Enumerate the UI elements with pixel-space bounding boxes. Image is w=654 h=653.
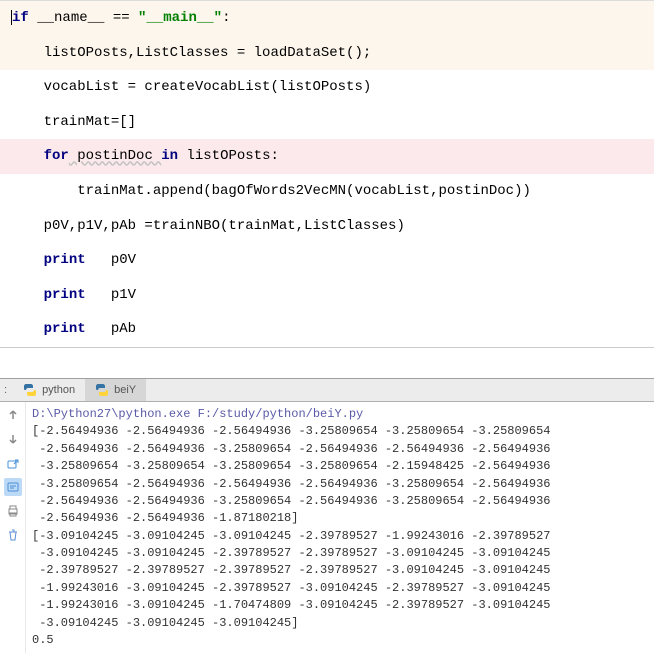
output-line: [-3.09104245 -3.09104245 -3.09104245 -2.… <box>32 528 648 545</box>
console-gutter <box>0 402 26 653</box>
export-button[interactable] <box>4 454 22 472</box>
output-command: D:\Python27\python.exe F:/study/python/b… <box>32 406 648 423</box>
clear-button[interactable] <box>4 526 22 544</box>
code-line: for postinDoc in listOPosts: <box>0 139 654 174</box>
tab-label: beiY <box>114 384 136 396</box>
output-line: -3.09104245 -3.09104245 -2.39789527 -2.3… <box>32 545 648 562</box>
output-line: -3.09104245 -3.09104245 -3.09104245] <box>32 615 648 632</box>
scroll-down-button[interactable] <box>4 430 22 448</box>
code-line: p0V,p1V,pAb =trainNBO(trainMat,ListClass… <box>0 209 654 244</box>
console-output[interactable]: D:\Python27\python.exe F:/study/python/b… <box>26 402 654 653</box>
print-button[interactable] <box>4 502 22 520</box>
code-line: print pAb <box>0 312 654 347</box>
tab-python[interactable]: python <box>13 379 85 401</box>
output-line: [-2.56494936 -2.56494936 -2.56494936 -3.… <box>32 423 648 440</box>
tab-beiy[interactable]: beiY <box>85 379 146 401</box>
console-panel: : python beiY D:\Python27\python.exe F:/… <box>0 378 654 653</box>
output-line: -3.25809654 -3.25809654 -3.25809654 -3.2… <box>32 458 648 475</box>
output-line: 0.5 <box>32 632 648 649</box>
wrap-button[interactable] <box>4 478 22 496</box>
code-line: trainMat.append(bagOfWords2VecMN(vocabLi… <box>0 174 654 209</box>
output-line: -2.39789527 -2.39789527 -2.39789527 -2.3… <box>32 562 648 579</box>
output-line: -1.99243016 -3.09104245 -2.39789527 -3.0… <box>32 580 648 597</box>
scroll-up-button[interactable] <box>4 406 22 424</box>
code-line: listOPosts,ListClasses = loadDataSet(); <box>0 36 654 71</box>
tab-prefix: : <box>0 384 13 396</box>
tab-label: python <box>42 384 75 396</box>
output-line: -1.99243016 -3.09104245 -1.70474809 -3.0… <box>32 597 648 614</box>
python-icon <box>23 383 37 397</box>
run-tab-bar: : python beiY <box>0 379 654 402</box>
output-line: -2.56494936 -2.56494936 -3.25809654 -2.5… <box>32 441 648 458</box>
python-icon <box>95 383 109 397</box>
code-editor[interactable]: if __name__ == "__main__": listOPosts,Li… <box>0 0 654 348</box>
output-line: -2.56494936 -2.56494936 -3.25809654 -2.5… <box>32 493 648 510</box>
output-line: -2.56494936 -2.56494936 -1.87180218] <box>32 510 648 527</box>
output-line: -3.25809654 -2.56494936 -2.56494936 -2.5… <box>32 476 648 493</box>
code-line: vocabList = createVocabList(listOPosts) <box>0 70 654 105</box>
code-line: trainMat=[] <box>0 105 654 140</box>
code-line: print p1V <box>0 278 654 313</box>
code-line: print p0V <box>0 243 654 278</box>
code-line: if __name__ == "__main__": <box>0 1 654 36</box>
